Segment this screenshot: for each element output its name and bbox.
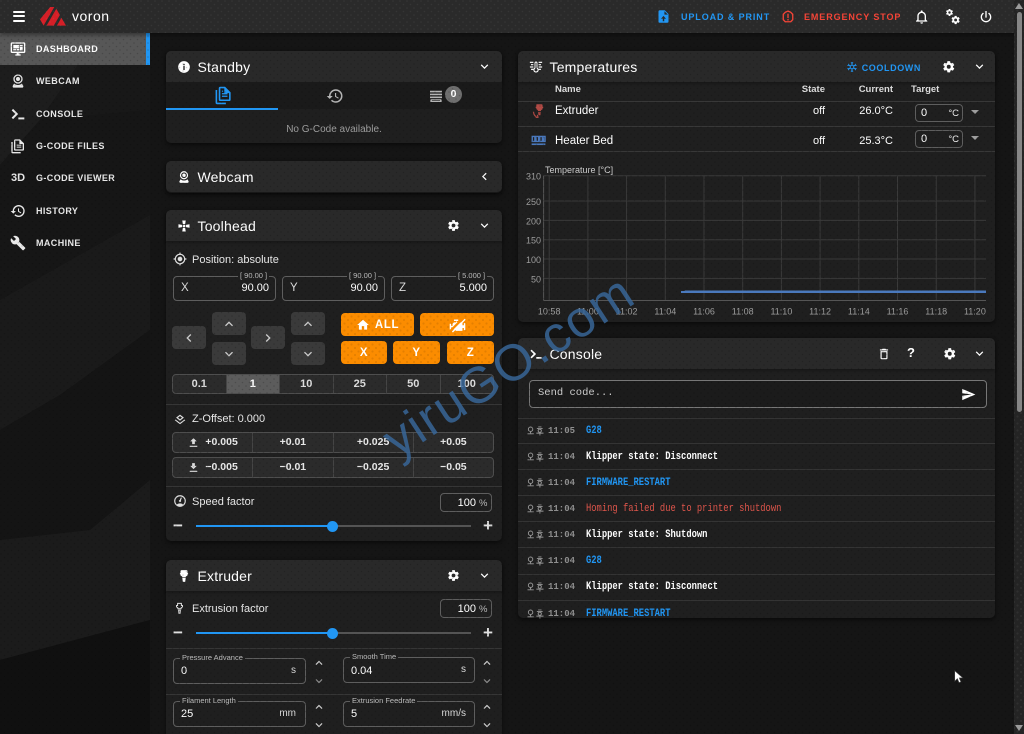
svg-text:150: 150 xyxy=(526,236,541,246)
svg-text:11:18: 11:18 xyxy=(925,307,947,317)
svg-text:11:10: 11:10 xyxy=(770,307,792,317)
svg-text:11:00: 11:00 xyxy=(577,307,599,317)
svg-text:310: 310 xyxy=(526,172,541,182)
svg-text:11:06: 11:06 xyxy=(693,307,715,317)
svg-text:200: 200 xyxy=(526,216,541,226)
svg-text:11:14: 11:14 xyxy=(848,307,870,317)
svg-text:100: 100 xyxy=(526,255,541,265)
svg-text:250: 250 xyxy=(526,197,541,207)
svg-text:11:16: 11:16 xyxy=(887,307,909,317)
svg-text:50: 50 xyxy=(531,274,541,284)
svg-text:10:58: 10:58 xyxy=(538,307,561,317)
svg-text:11:08: 11:08 xyxy=(732,307,754,317)
svg-text:11:04: 11:04 xyxy=(654,307,676,317)
svg-text:11:02: 11:02 xyxy=(616,307,638,317)
svg-text:Temperature [°C]: Temperature [°C] xyxy=(545,165,613,175)
svg-text:11:20: 11:20 xyxy=(964,307,986,317)
svg-text:11:12: 11:12 xyxy=(809,307,831,317)
